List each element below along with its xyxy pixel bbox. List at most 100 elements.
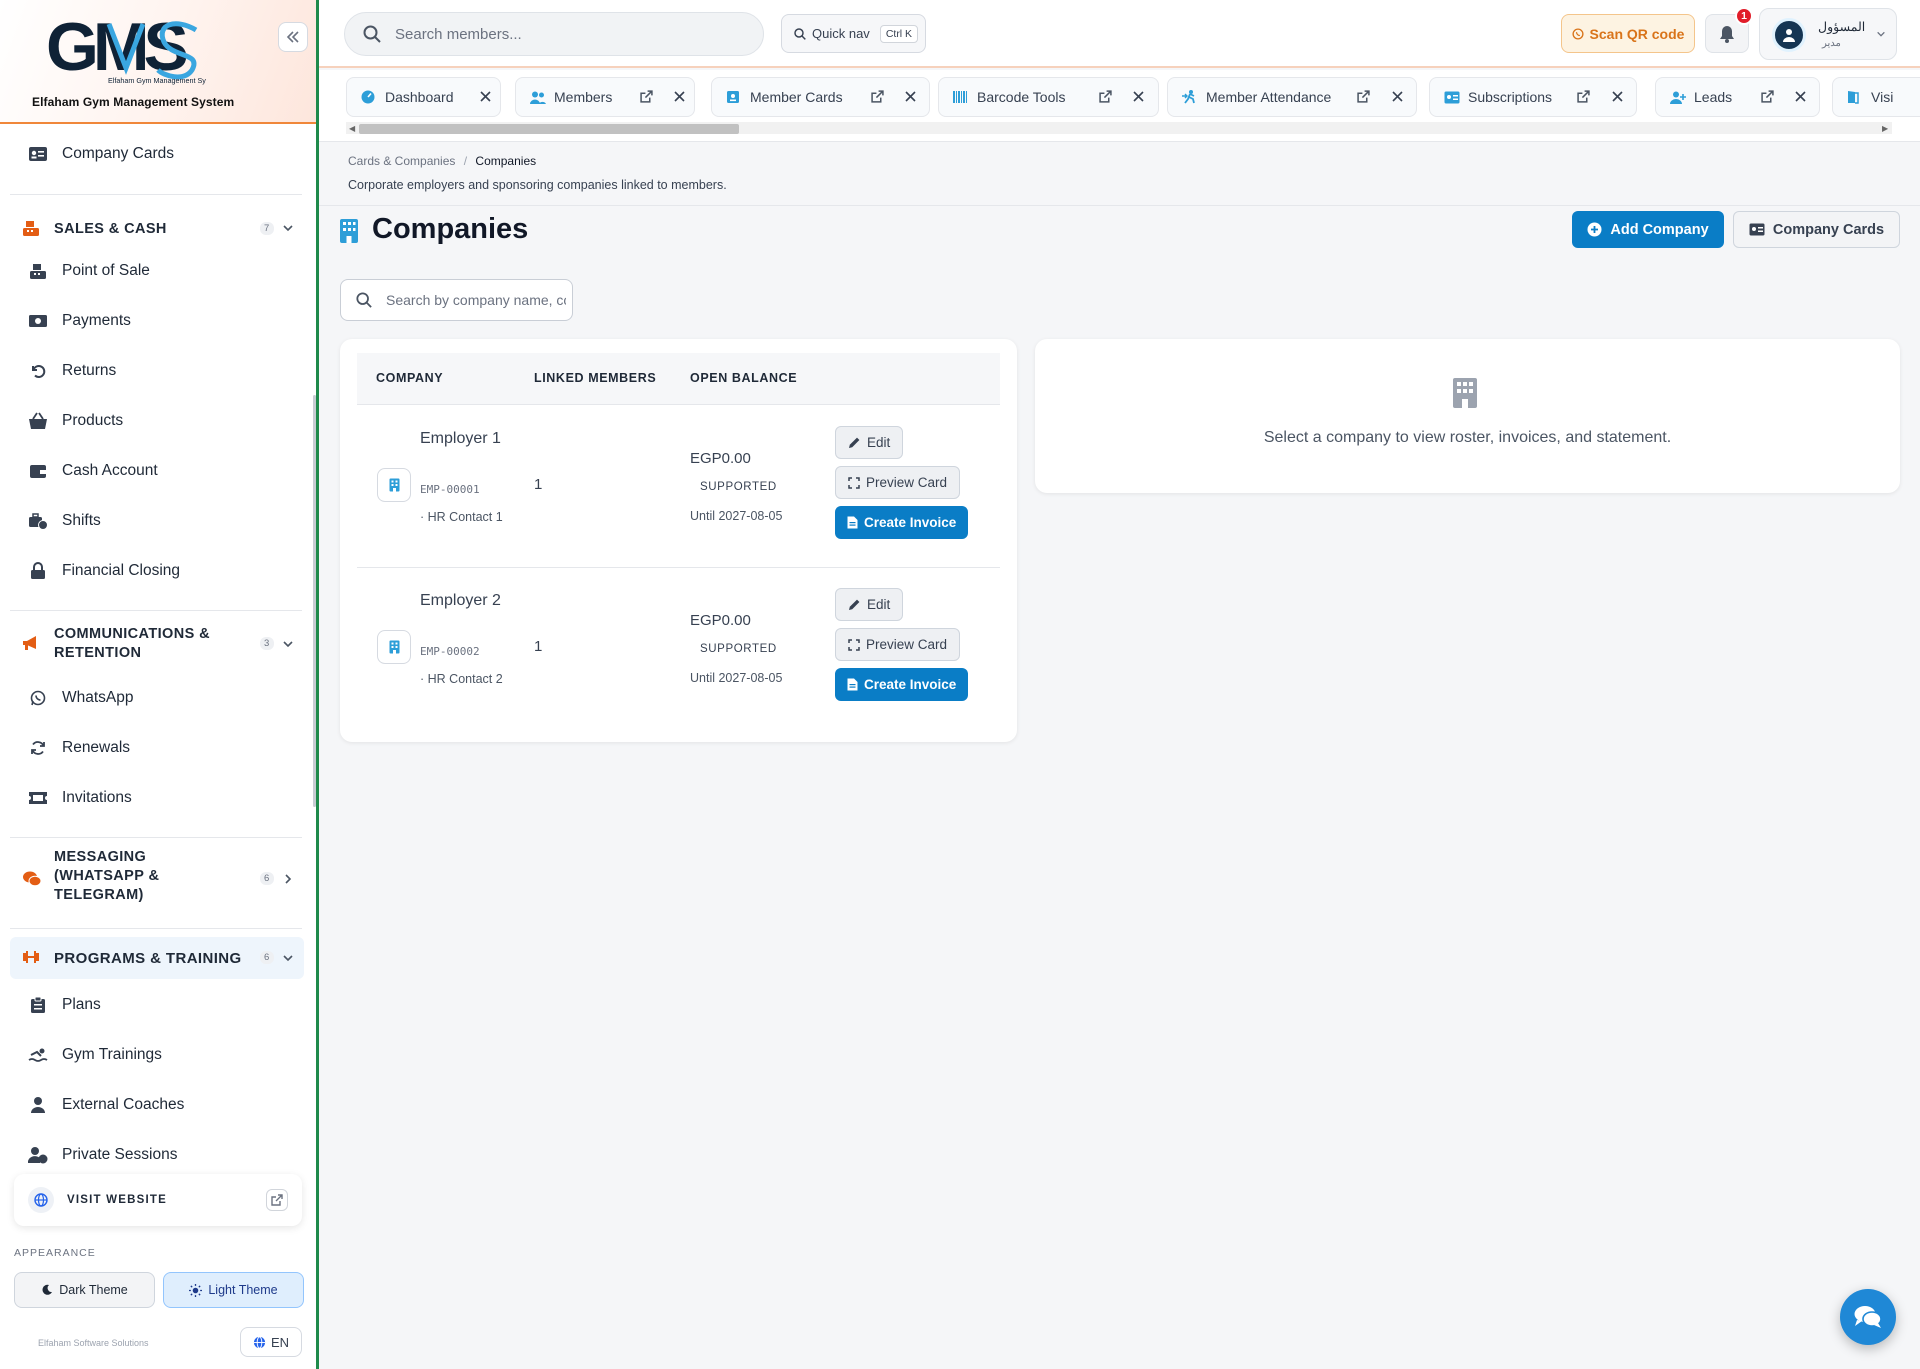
create-invoice-button[interactable]: Create Invoice (835, 668, 969, 701)
section-programs-training[interactable]: PROGRAMS & TRAINING 6 (10, 937, 304, 979)
tab-visits[interactable]: Visi (1832, 77, 1920, 117)
column-header-open-balance[interactable]: OPEN BALANCE (690, 371, 797, 385)
divider (10, 837, 302, 838)
close-tab-icon[interactable] (1612, 91, 1623, 102)
avatar (1772, 18, 1806, 52)
clipboard-list-icon (28, 995, 48, 1015)
sidebar-item-invitations[interactable]: Invitations (28, 783, 132, 813)
company-cards-button[interactable]: Company Cards (1733, 211, 1900, 248)
bell-icon (1720, 25, 1734, 43)
light-theme-button[interactable]: Light Theme (163, 1272, 304, 1308)
tabs-scrollbar[interactable]: ◀ ▶ (346, 122, 1892, 134)
close-tab-icon[interactable] (905, 91, 916, 102)
open-in-new-icon[interactable] (640, 90, 653, 103)
sidebar-nav: Company Cards SALES & CASH 7 Point of Sa… (0, 124, 316, 1164)
sun-icon (189, 1283, 203, 1297)
gms-logo[interactable]: GMS Elfaham Gym Management System (46, 12, 206, 87)
close-tab-icon[interactable] (674, 91, 685, 102)
table-row[interactable]: Employer 1 EMP-00001 · HR Contact 1 1 EG… (357, 406, 1000, 568)
preview-card-button[interactable]: Preview Card (835, 466, 961, 499)
section-sales-cash[interactable]: SALES & CASH 7 (10, 209, 304, 249)
column-header-linked-members[interactable]: LINKED MEMBERS (534, 371, 656, 385)
open-balance: EGP0.00 (690, 612, 751, 629)
company-name[interactable]: Employer 2 (420, 588, 510, 614)
member-search[interactable] (344, 12, 764, 56)
tab-leads[interactable]: Leads (1655, 77, 1820, 117)
tab-member-attendance[interactable]: Member Attendance (1167, 77, 1417, 117)
sidebar-item-payments[interactable]: Payments (28, 306, 131, 336)
scroll-left-icon[interactable]: ◀ (349, 124, 355, 133)
company-search-input[interactable] (386, 292, 566, 308)
scroll-right-icon[interactable]: ▶ (1882, 124, 1888, 133)
company-name[interactable]: Employer 1 (420, 426, 510, 452)
sidebar-item-point-of-sale[interactable]: Point of Sale (28, 256, 150, 286)
basket-icon (28, 411, 48, 431)
open-in-new-icon[interactable] (1577, 90, 1590, 103)
open-in-new-icon[interactable] (1761, 90, 1774, 103)
edit-button[interactable]: Edit (835, 588, 904, 621)
tab-barcode-tools[interactable]: Barcode Tools (938, 77, 1159, 117)
sidebar-item-gym-trainings[interactable]: Gym Trainings (28, 1040, 162, 1070)
open-balance: EGP0.00 (690, 450, 751, 467)
chat-button[interactable] (1840, 1289, 1896, 1345)
comments-icon (1854, 1306, 1882, 1328)
sidebar-item-renewals[interactable]: Renewals (28, 733, 130, 763)
create-invoice-button[interactable]: Create Invoice (835, 506, 969, 539)
sidebar-item-products[interactable]: Products (28, 406, 123, 436)
close-tab-icon[interactable] (480, 91, 491, 102)
count-badge: 6 (260, 951, 274, 964)
tab-subscriptions[interactable]: Subscriptions (1429, 77, 1637, 117)
open-in-new-icon[interactable] (1099, 90, 1112, 103)
visit-website-button[interactable]: VISIT WEBSITE (14, 1174, 302, 1226)
preview-card-button[interactable]: Preview Card (835, 628, 961, 661)
ticket-icon (28, 788, 48, 808)
sidebar-item-private-sessions[interactable]: Private Sessions (28, 1140, 177, 1164)
sidebar-scrollbar[interactable] (313, 395, 316, 807)
open-in-new-icon[interactable] (1357, 90, 1370, 103)
breadcrumb-current: Companies (475, 154, 537, 168)
tab-dashboard[interactable]: Dashboard (346, 77, 501, 117)
language-button[interactable]: EN (240, 1327, 302, 1357)
breadcrumb-parent[interactable]: Cards & Companies (348, 154, 455, 168)
table-header: COMPANY LINKED MEMBERS OPEN BALANCE (357, 353, 1000, 405)
edit-button[interactable]: Edit (835, 426, 904, 459)
sidebar-item-financial-closing[interactable]: Financial Closing (28, 556, 180, 586)
supported-until: Until 2027-08-05 (690, 509, 783, 523)
tab-members[interactable]: Members (515, 77, 695, 117)
scan-qr-button[interactable]: Scan QR code (1561, 14, 1695, 53)
add-company-button[interactable]: Add Company (1572, 211, 1724, 248)
quick-nav-button[interactable]: Quick nav Ctrl K (781, 14, 926, 53)
open-in-new-icon[interactable] (871, 90, 884, 103)
keyboard-shortcut: Ctrl K (879, 24, 919, 43)
user-menu[interactable]: المسؤول مدير (1759, 8, 1897, 60)
close-tab-icon[interactable] (1392, 91, 1403, 102)
section-messaging[interactable]: MESSAGING (WHATSAPP & TELEGRAM) 6 (10, 846, 304, 912)
sidebar-item-shifts[interactable]: Shifts (28, 506, 101, 536)
sidebar-item-cash-account[interactable]: Cash Account (28, 456, 158, 486)
search-icon (794, 27, 806, 40)
table-row[interactable]: Employer 2 EMP-00002 · HR Contact 2 1 EG… (357, 568, 1000, 730)
id-badge-icon (726, 90, 740, 104)
close-tab-icon[interactable] (1795, 91, 1806, 102)
sidebar-item-returns[interactable]: Returns (28, 356, 116, 386)
companies-table: COMPANY LINKED MEMBERS OPEN BALANCE Empl… (340, 339, 1017, 742)
collapse-sidebar-button[interactable] (278, 22, 308, 52)
sidebar-item-company-cards[interactable]: Company Cards (28, 139, 174, 169)
arrows-rotate-icon (28, 738, 48, 758)
tab-member-cards[interactable]: Member Cards (711, 77, 930, 117)
building-icon (377, 630, 411, 664)
dark-theme-button[interactable]: Dark Theme (14, 1272, 155, 1308)
person-swimming-icon (28, 1045, 48, 1065)
linked-members-count: 1 (534, 638, 543, 655)
close-tab-icon[interactable] (1133, 91, 1144, 102)
sidebar-item-whatsapp[interactable]: WhatsApp (28, 683, 134, 713)
section-communications-retention[interactable]: COMMUNICATIONS & RETENTION 3 (10, 619, 304, 669)
company-search[interactable] (340, 279, 573, 321)
scrollbar-thumb[interactable] (359, 124, 739, 134)
sidebar-item-external-coaches[interactable]: External Coaches (28, 1090, 184, 1120)
status-badge: SUPPORTED (700, 643, 777, 655)
sidebar-item-plans[interactable]: Plans (28, 990, 101, 1020)
column-header-company[interactable]: COMPANY (376, 371, 443, 385)
member-search-input[interactable] (395, 25, 735, 43)
lock-icon (28, 561, 48, 581)
